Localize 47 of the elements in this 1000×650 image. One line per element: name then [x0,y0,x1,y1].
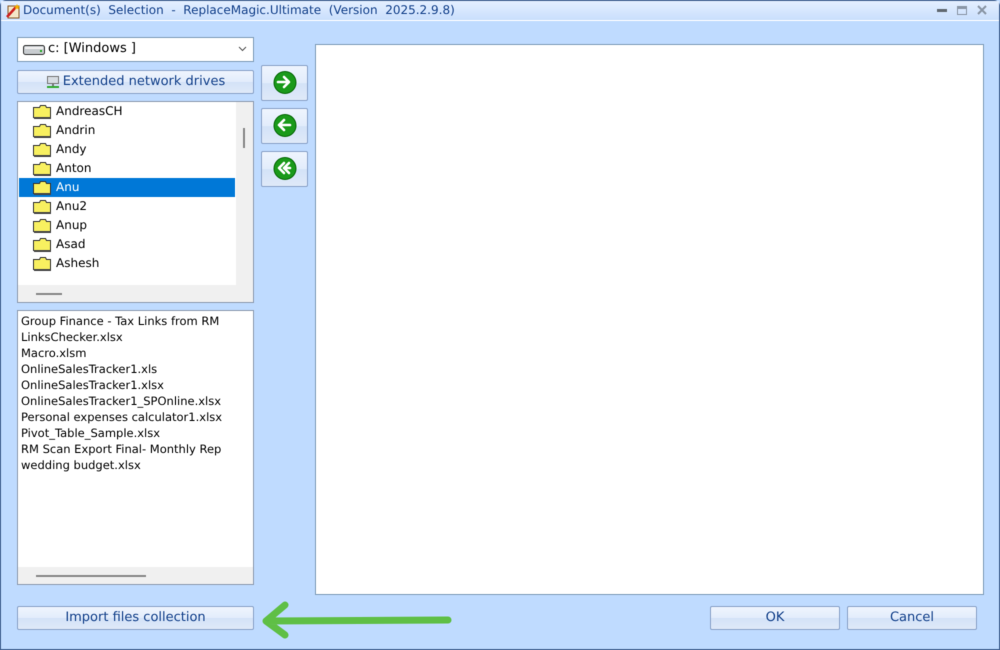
folder-icon [32,142,52,157]
network-icon [46,74,60,89]
folder-item[interactable]: Anu [19,178,235,197]
drive-dropdown[interactable]: c: [Windows ] [17,36,254,62]
folder-icon [32,236,52,252]
file-item[interactable]: wedding budget.xlsx [21,456,250,473]
import-button[interactable]: Import files collection [17,606,254,630]
folder-item[interactable]: Asad [19,234,235,254]
close-icon[interactable] [977,5,987,16]
file-item[interactable]: LinksChecker.xlsx [21,328,250,345]
folder-item[interactable]: Anup [19,216,235,235]
wand-icon [5,3,21,20]
folder-item[interactable]: AndreasCH [19,102,235,121]
folder-item[interactable]: Anu2 [19,196,235,216]
file-item[interactable]: OnlineSalesTracker1.xls [21,360,250,377]
file-item[interactable]: RM Scan Export Final- Monthly Rep [21,440,250,457]
folder-icon [32,104,52,119]
scrollbar[interactable] [18,284,253,302]
chevron-icon [238,46,247,52]
folder-icon [32,122,52,138]
ok-button[interactable]: OK [710,606,840,630]
network-drives-button[interactable]: Extended network drives [17,70,254,94]
remove-button[interactable] [261,108,308,144]
add-button[interactable] [261,64,308,101]
folder-icon [32,218,52,233]
scrollbar[interactable] [18,566,253,584]
remove-all-button[interactable] [261,150,308,187]
file-item[interactable]: Group Finance - Tax Links from RM [21,312,250,329]
minimize-icon[interactable] [937,8,947,12]
folder-icon [32,160,52,176]
folder-icon [32,256,52,271]
drive-icon [23,44,45,55]
scrollbar[interactable] [236,102,253,285]
file-item[interactable]: Pivot_Table_Sample.xlsx [21,424,250,441]
folder-item[interactable]: Ashesh [19,254,235,273]
maximize-icon[interactable] [957,6,967,15]
folder-item[interactable]: Andy [19,140,235,159]
folder-item[interactable]: Andrin [19,120,235,140]
file-item[interactable]: OnlineSalesTracker1.xlsx [21,376,250,393]
file-item[interactable]: OnlineSalesTracker1_SPOnline.xlsx [21,392,250,409]
file-item[interactable]: Macro.xlsm [21,344,250,361]
file-item[interactable]: Personal expenses calculator1.xlsx [21,408,250,425]
cancel-button[interactable]: Cancel [847,606,977,630]
folder-item[interactable]: Anton [19,158,235,178]
window-title: Document(s) Selection - ReplaceMagic.Ultimate (Version 2025.2.9.8) [23,2,455,20]
folder-icon [32,180,52,195]
folder-icon [32,198,52,214]
